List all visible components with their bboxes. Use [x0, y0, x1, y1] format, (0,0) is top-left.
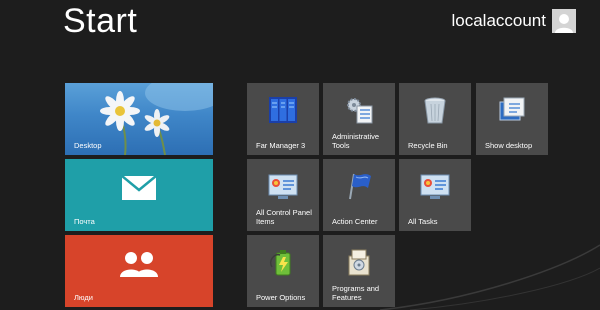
tile-recycle-bin[interactable]: Recycle Bin [399, 83, 471, 155]
user-account[interactable]: localaccount [451, 9, 576, 33]
tile-label: Show desktop [485, 141, 533, 150]
control-panel-icon [420, 174, 450, 199]
tile-administrative-tools[interactable]: Administrative Tools [323, 83, 395, 155]
tile-label: Action Center [332, 217, 378, 226]
page-title: Start [63, 2, 138, 40]
tile-power-options[interactable]: Power Options [247, 235, 319, 307]
tile-label: All Control Panel Items [256, 208, 312, 226]
power-options-icon [269, 250, 291, 276]
recycle-bin-icon [424, 97, 446, 124]
control-panel-icon [268, 174, 298, 199]
tile-label: Administrative Tools [332, 132, 380, 150]
user-silhouette-icon [555, 14, 573, 33]
tile-desktop[interactable]: Desktop [65, 83, 213, 155]
tile-label: Programs and Features [332, 284, 380, 302]
people-icon [120, 252, 158, 277]
administrative-tools-icon [347, 98, 373, 124]
far-manager-icon [269, 97, 297, 123]
tile-people[interactable]: Люди [65, 235, 213, 307]
programs-features-icon [348, 249, 370, 276]
tile-label: Почта [74, 217, 95, 226]
tile-label: Recycle Bin [408, 141, 448, 150]
mail-icon [121, 175, 157, 200]
tile-mail[interactable]: Почта [65, 159, 213, 231]
tile-show-desktop[interactable]: Show desktop [476, 83, 548, 155]
tile-far-manager[interactable]: Far Manager 3 [247, 83, 319, 155]
tile-all-control-panel-items[interactable]: All Control Panel Items [247, 159, 319, 231]
action-center-flag-icon [349, 173, 371, 200]
tile-label: Люди [74, 293, 93, 302]
tile-label: Far Manager 3 [256, 141, 306, 150]
username: localaccount [451, 11, 546, 30]
tile-programs-and-features[interactable]: Programs and Features [323, 235, 395, 307]
tile-label: Power Options [256, 293, 306, 302]
tile-label: Desktop [74, 141, 102, 150]
tile-all-tasks[interactable]: All Tasks [399, 159, 471, 231]
tile-action-center[interactable]: Action Center [323, 159, 395, 231]
tile-label: All Tasks [408, 217, 438, 226]
show-desktop-icon [499, 97, 525, 121]
avatar[interactable] [552, 9, 576, 33]
